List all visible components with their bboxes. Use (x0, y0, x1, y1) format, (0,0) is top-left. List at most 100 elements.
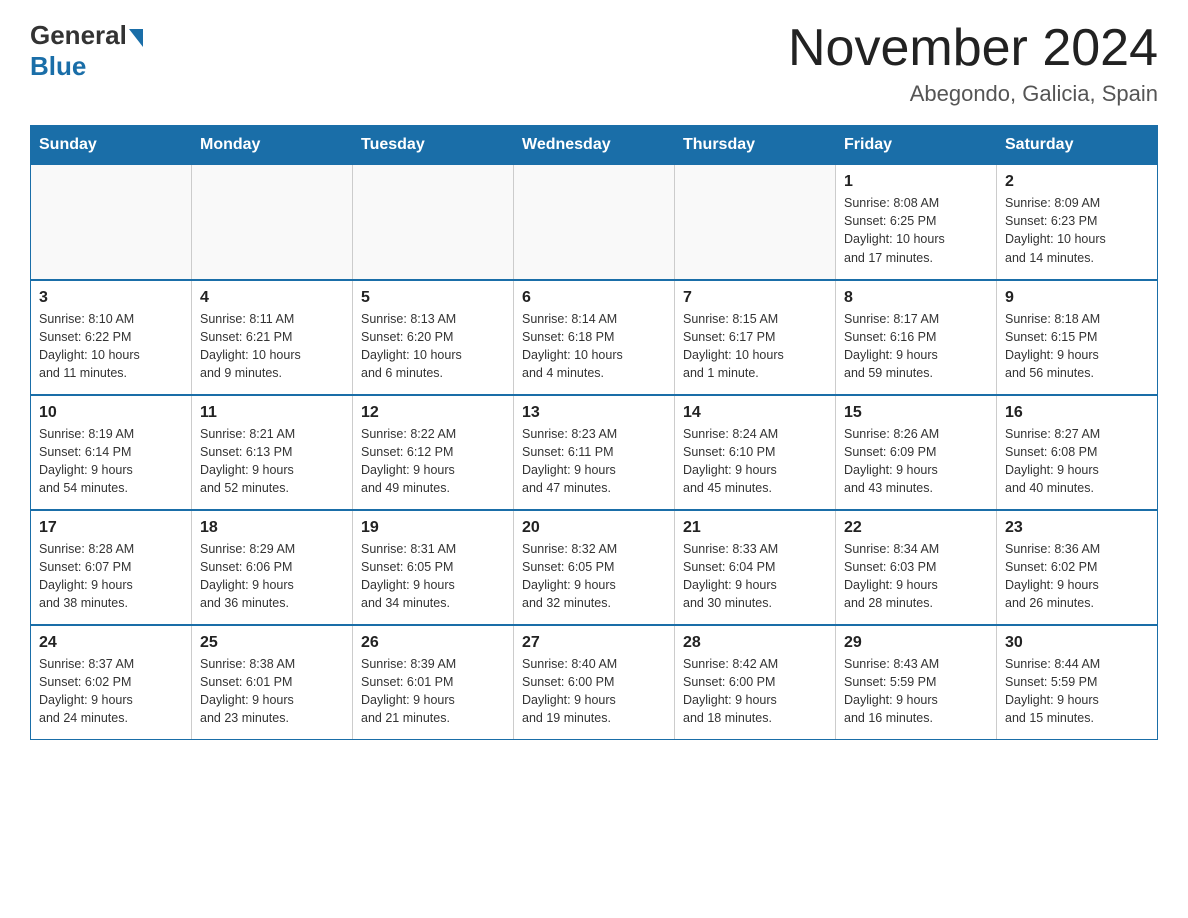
calendar-table: SundayMondayTuesdayWednesdayThursdayFrid… (30, 125, 1158, 740)
day-number: 19 (361, 519, 505, 537)
day-number: 22 (844, 519, 988, 537)
day-number: 5 (361, 289, 505, 307)
day-info: Sunrise: 8:42 AM Sunset: 6:00 PM Dayligh… (683, 655, 827, 728)
calendar-day-cell: 3 Sunrise: 8:10 AM Sunset: 6:22 PM Daylig… (31, 280, 192, 395)
calendar-day-cell: 26 Sunrise: 8:39 AM Sunset: 6:01 PM Dayli… (353, 625, 514, 740)
day-of-week-header: Tuesday (353, 126, 514, 165)
calendar-day-cell: 30Sunrise: 8:44 AM Sunset: 5:59 PM Dayli… (997, 625, 1158, 740)
day-number: 15 (844, 404, 988, 422)
day-info: Sunrise: 8:19 AM Sunset: 6:14 PM Dayligh… (39, 425, 183, 498)
day-number: 2 (1005, 173, 1149, 191)
day-number: 27 (522, 634, 666, 652)
day-number: 7 (683, 289, 827, 307)
calendar-day-cell: 25Sunrise: 8:38 AM Sunset: 6:01 PM Dayli… (192, 625, 353, 740)
day-of-week-header: Monday (192, 126, 353, 165)
day-info: Sunrise: 8:24 AM Sunset: 6:10 PM Dayligh… (683, 425, 827, 498)
day-info: Sunrise: 8:40 AM Sunset: 6:00 PM Dayligh… (522, 655, 666, 728)
calendar-day-cell: 17Sunrise: 8:28 AM Sunset: 6:07 PM Dayli… (31, 510, 192, 625)
day-of-week-header: Saturday (997, 126, 1158, 165)
day-number: 18 (200, 519, 344, 537)
calendar-day-cell (675, 165, 836, 280)
calendar-day-cell: 7 Sunrise: 8:15 AM Sunset: 6:17 PM Daylig… (675, 280, 836, 395)
calendar-week-row: 17Sunrise: 8:28 AM Sunset: 6:07 PM Dayli… (31, 510, 1158, 625)
calendar-day-cell: 20Sunrise: 8:32 AM Sunset: 6:05 PM Dayli… (514, 510, 675, 625)
day-info: Sunrise: 8:36 AM Sunset: 6:02 PM Dayligh… (1005, 540, 1149, 613)
day-info: Sunrise: 8:09 AM Sunset: 6:23 PM Dayligh… (1005, 194, 1149, 267)
calendar-header-row: SundayMondayTuesdayWednesdayThursdayFrid… (31, 126, 1158, 165)
day-info: Sunrise: 8:29 AM Sunset: 6:06 PM Dayligh… (200, 540, 344, 613)
day-info: Sunrise: 8:18 AM Sunset: 6:15 PM Dayligh… (1005, 310, 1149, 383)
calendar-day-cell: 10Sunrise: 8:19 AM Sunset: 6:14 PM Dayli… (31, 395, 192, 510)
calendar-day-cell: 27 Sunrise: 8:40 AM Sunset: 6:00 PM Dayli… (514, 625, 675, 740)
calendar-day-cell (514, 165, 675, 280)
page-header: General Blue November 2024 Abegondo, Gal… (30, 20, 1158, 107)
day-number: 1 (844, 173, 988, 191)
day-number: 9 (1005, 289, 1149, 307)
day-number: 8 (844, 289, 988, 307)
day-info: Sunrise: 8:27 AM Sunset: 6:08 PM Dayligh… (1005, 425, 1149, 498)
day-info: Sunrise: 8:44 AM Sunset: 5:59 PM Dayligh… (1005, 655, 1149, 728)
day-info: Sunrise: 8:15 AM Sunset: 6:17 PM Dayligh… (683, 310, 827, 383)
calendar-day-cell: 6Sunrise: 8:14 AM Sunset: 6:18 PM Daylig… (514, 280, 675, 395)
day-number: 29 (844, 634, 988, 652)
day-of-week-header: Thursday (675, 126, 836, 165)
calendar-day-cell (353, 165, 514, 280)
day-info: Sunrise: 8:10 AM Sunset: 6:22 PM Dayligh… (39, 310, 183, 383)
calendar-day-cell: 9 Sunrise: 8:18 AM Sunset: 6:15 PM Daylig… (997, 280, 1158, 395)
calendar-day-cell: 11 Sunrise: 8:21 AM Sunset: 6:13 PM Dayli… (192, 395, 353, 510)
calendar-day-cell: 15 Sunrise: 8:26 AM Sunset: 6:09 PM Dayli… (836, 395, 997, 510)
calendar-day-cell (31, 165, 192, 280)
calendar-day-cell: 12 Sunrise: 8:22 AM Sunset: 6:12 PM Dayli… (353, 395, 514, 510)
day-number: 28 (683, 634, 827, 652)
day-info: Sunrise: 8:22 AM Sunset: 6:12 PM Dayligh… (361, 425, 505, 498)
calendar-day-cell: 24 Sunrise: 8:37 AM Sunset: 6:02 PM Dayli… (31, 625, 192, 740)
day-info: Sunrise: 8:31 AM Sunset: 6:05 PM Dayligh… (361, 540, 505, 613)
logo-arrow-icon (129, 29, 143, 47)
logo-general-text: General (30, 20, 127, 51)
calendar-day-cell: 22 Sunrise: 8:34 AM Sunset: 6:03 PM Dayli… (836, 510, 997, 625)
day-info: Sunrise: 8:33 AM Sunset: 6:04 PM Dayligh… (683, 540, 827, 613)
title-block: November 2024 Abegondo, Galicia, Spain (788, 20, 1158, 107)
month-title: November 2024 (788, 20, 1158, 77)
day-info: Sunrise: 8:21 AM Sunset: 6:13 PM Dayligh… (200, 425, 344, 498)
day-number: 14 (683, 404, 827, 422)
day-info: Sunrise: 8:23 AM Sunset: 6:11 PM Dayligh… (522, 425, 666, 498)
day-number: 11 (200, 404, 344, 422)
day-info: Sunrise: 8:43 AM Sunset: 5:59 PM Dayligh… (844, 655, 988, 728)
day-number: 23 (1005, 519, 1149, 537)
logo: General Blue (30, 20, 145, 82)
location-title: Abegondo, Galicia, Spain (788, 81, 1158, 107)
calendar-day-cell: 8Sunrise: 8:17 AM Sunset: 6:16 PM Daylig… (836, 280, 997, 395)
calendar-day-cell: 16Sunrise: 8:27 AM Sunset: 6:08 PM Dayli… (997, 395, 1158, 510)
calendar-day-cell: 14 Sunrise: 8:24 AM Sunset: 6:10 PM Dayli… (675, 395, 836, 510)
day-number: 6 (522, 289, 666, 307)
day-number: 12 (361, 404, 505, 422)
day-info: Sunrise: 8:39 AM Sunset: 6:01 PM Dayligh… (361, 655, 505, 728)
calendar-day-cell: 19 Sunrise: 8:31 AM Sunset: 6:05 PM Dayli… (353, 510, 514, 625)
day-info: Sunrise: 8:32 AM Sunset: 6:05 PM Dayligh… (522, 540, 666, 613)
day-info: Sunrise: 8:13 AM Sunset: 6:20 PM Dayligh… (361, 310, 505, 383)
day-number: 13 (522, 404, 666, 422)
calendar-day-cell: 2 Sunrise: 8:09 AM Sunset: 6:23 PM Daylig… (997, 165, 1158, 280)
calendar-day-cell: 23 Sunrise: 8:36 AM Sunset: 6:02 PM Dayli… (997, 510, 1158, 625)
calendar-week-row: 10Sunrise: 8:19 AM Sunset: 6:14 PM Dayli… (31, 395, 1158, 510)
calendar-day-cell: 29 Sunrise: 8:43 AM Sunset: 5:59 PM Dayli… (836, 625, 997, 740)
logo-blue-text: Blue (30, 51, 86, 82)
calendar-week-row: 24 Sunrise: 8:37 AM Sunset: 6:02 PM Dayli… (31, 625, 1158, 740)
calendar-day-cell: 1 Sunrise: 8:08 AM Sunset: 6:25 PM Daylig… (836, 165, 997, 280)
day-info: Sunrise: 8:28 AM Sunset: 6:07 PM Dayligh… (39, 540, 183, 613)
day-number: 3 (39, 289, 183, 307)
day-info: Sunrise: 8:11 AM Sunset: 6:21 PM Dayligh… (200, 310, 344, 383)
calendar-day-cell: 21Sunrise: 8:33 AM Sunset: 6:04 PM Dayli… (675, 510, 836, 625)
day-info: Sunrise: 8:34 AM Sunset: 6:03 PM Dayligh… (844, 540, 988, 613)
day-number: 24 (39, 634, 183, 652)
day-info: Sunrise: 8:26 AM Sunset: 6:09 PM Dayligh… (844, 425, 988, 498)
day-info: Sunrise: 8:37 AM Sunset: 6:02 PM Dayligh… (39, 655, 183, 728)
day-of-week-header: Wednesday (514, 126, 675, 165)
calendar-day-cell: 28 Sunrise: 8:42 AM Sunset: 6:00 PM Dayli… (675, 625, 836, 740)
day-info: Sunrise: 8:08 AM Sunset: 6:25 PM Dayligh… (844, 194, 988, 267)
calendar-day-cell: 18 Sunrise: 8:29 AM Sunset: 6:06 PM Dayli… (192, 510, 353, 625)
day-of-week-header: Sunday (31, 126, 192, 165)
day-number: 26 (361, 634, 505, 652)
calendar-week-row: 1 Sunrise: 8:08 AM Sunset: 6:25 PM Daylig… (31, 165, 1158, 280)
